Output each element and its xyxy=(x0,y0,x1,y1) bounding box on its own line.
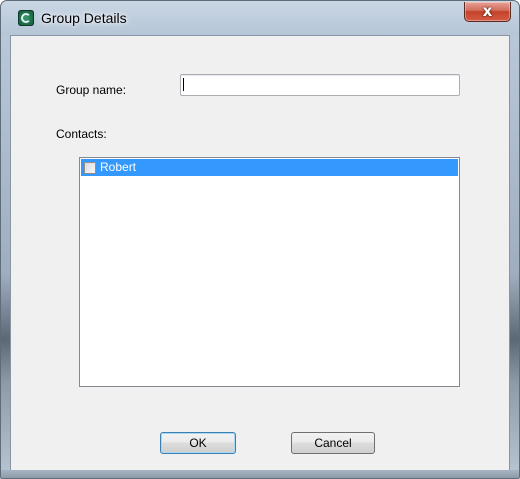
cancel-button[interactable]: Cancel xyxy=(291,432,375,454)
group-details-dialog: Group Details x Group name: Contacts: Ro… xyxy=(0,0,520,479)
contact-checkbox[interactable] xyxy=(84,162,96,174)
group-name-input[interactable] xyxy=(180,74,460,96)
contacts-list[interactable]: Robert xyxy=(79,157,460,387)
window-frame-right xyxy=(510,35,519,470)
close-button[interactable]: x xyxy=(464,2,511,22)
app-logo-icon xyxy=(18,10,34,26)
close-icon: x xyxy=(482,2,493,20)
text-caret xyxy=(183,78,184,91)
contacts-label: Contacts: xyxy=(56,127,107,141)
dialog-content: Group name: Contacts: Robert OK Cancel xyxy=(10,35,510,472)
ok-button[interactable]: OK xyxy=(160,432,236,454)
contact-item-robert[interactable]: Robert xyxy=(81,159,458,176)
window-frame-left xyxy=(1,35,10,470)
window-title: Group Details xyxy=(41,10,127,26)
window-frame-bottom xyxy=(1,470,519,478)
group-name-label: Group name: xyxy=(56,83,127,97)
title-bar[interactable]: Group Details x xyxy=(1,1,519,35)
contact-name: Robert xyxy=(100,160,137,174)
